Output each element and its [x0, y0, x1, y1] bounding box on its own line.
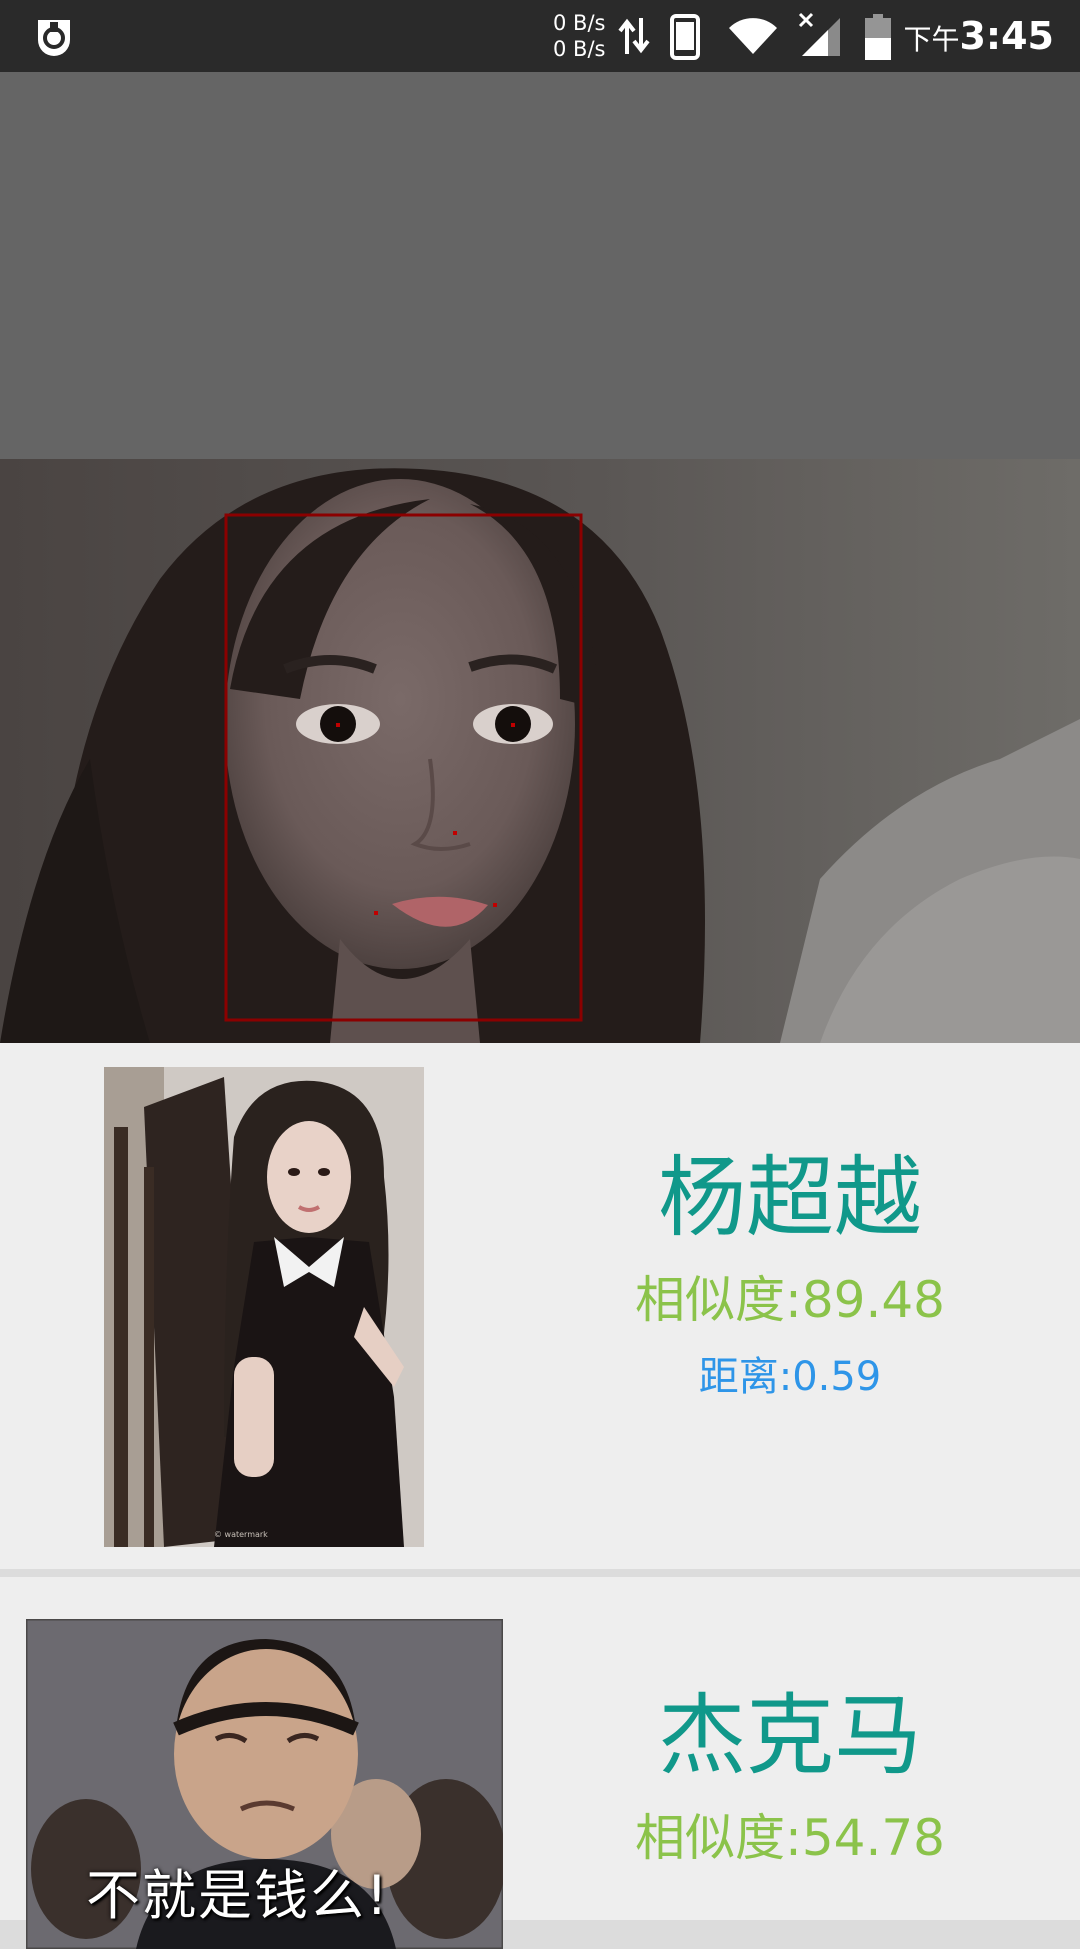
rate-up: 0 B/s — [553, 11, 606, 35]
face-detection-photo[interactable] — [0, 459, 1080, 1043]
result-card[interactable]: 不就是钱么! 杰克马 相似度:54.78 — [0, 1577, 1080, 1949]
preview-area — [0, 72, 1080, 459]
meme-caption: 不就是钱么! — [86, 1864, 390, 1927]
result-photo: © watermark — [104, 1067, 424, 1547]
result-info: 杨超越 相似度:89.48 距离:0.59 — [560, 1143, 1020, 1407]
clock-ampm: 下午 — [903, 23, 960, 56]
clock-time: 3:45 — [959, 14, 1054, 58]
app-icon — [38, 20, 70, 56]
wifi-icon — [729, 18, 777, 54]
svg-text:© watermark: © watermark — [214, 1530, 268, 1539]
person-name: 杰克马 — [657, 1684, 922, 1787]
status-bar: 0 B/s 0 B/s 下午3:45 — [0, 0, 1080, 72]
network-rate: 0 B/s 0 B/s — [553, 10, 613, 62]
similarity-value: 相似度:54.78 — [635, 1809, 945, 1867]
signal-icon — [798, 12, 840, 56]
battery-icon — [865, 14, 891, 60]
similarity-value: 相似度:89.48 — [635, 1271, 945, 1329]
result-card[interactable]: © watermark 杨超越 相似度:89.48 距离:0.59 — [0, 1043, 1080, 1569]
person-name: 杨超越 — [657, 1146, 922, 1249]
distance-value: 距离:0.59 — [698, 1354, 882, 1400]
data-arrows-icon — [618, 18, 650, 54]
clock: 下午3:45 — [903, 12, 1054, 60]
rate-down: 0 B/s — [553, 37, 606, 61]
result-photo: 不就是钱么! — [26, 1619, 503, 1949]
result-info: 杰克马 相似度:54.78 — [560, 1681, 1020, 1875]
phone-icon — [670, 14, 700, 60]
